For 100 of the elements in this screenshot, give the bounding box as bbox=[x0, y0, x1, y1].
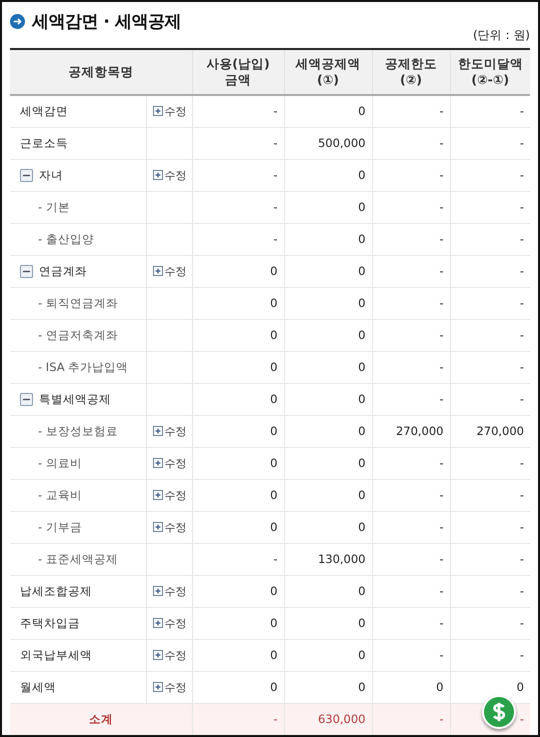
item-name: 연금계좌 bbox=[39, 264, 87, 278]
column-header: 공제한도 (②) bbox=[372, 49, 450, 95]
table-cell: - bbox=[192, 223, 284, 255]
edit-button[interactable]: 수정 bbox=[152, 264, 186, 278]
table-cell: - bbox=[450, 319, 530, 351]
table-cell: 0 bbox=[284, 255, 372, 287]
table-cell: - bbox=[372, 319, 450, 351]
item-name: - 출산입양 bbox=[38, 232, 94, 246]
plus-box-icon bbox=[152, 426, 162, 436]
item-name: - 보장성보험료 bbox=[38, 424, 118, 438]
table-cell: - bbox=[450, 575, 530, 607]
table-cell: - bbox=[192, 191, 284, 223]
table-cell: 0 bbox=[192, 383, 284, 415]
table-cell: 0 bbox=[284, 319, 372, 351]
table-cell: 0 bbox=[192, 671, 284, 703]
plus-box-icon bbox=[152, 650, 162, 660]
column-header: 공제항목명 bbox=[10, 49, 192, 95]
subtotal-label: 소계 bbox=[10, 703, 192, 735]
table-cell: 0 bbox=[284, 159, 372, 191]
table-cell: - bbox=[372, 607, 450, 639]
table-cell: - bbox=[192, 127, 284, 159]
item-name: 월세액 bbox=[20, 680, 56, 694]
table-cell: 0 bbox=[284, 607, 372, 639]
item-name: 납세조합공제 bbox=[20, 584, 92, 598]
table-cell: 130,000 bbox=[284, 543, 372, 575]
edit-button[interactable]: 수정 bbox=[152, 456, 186, 470]
table-cell: - bbox=[372, 447, 450, 479]
table-cell: 630,000 bbox=[284, 703, 372, 735]
edit-button[interactable]: 수정 bbox=[152, 424, 186, 438]
edit-button[interactable]: 수정 bbox=[152, 648, 186, 662]
table-cell: 0 bbox=[192, 639, 284, 671]
item-name: - 퇴직연금계좌 bbox=[38, 296, 118, 310]
table-cell: - bbox=[372, 511, 450, 543]
table-cell: - bbox=[450, 95, 530, 127]
table-cell: 0 bbox=[192, 575, 284, 607]
edit-button[interactable]: 수정 bbox=[152, 488, 186, 502]
collapse-icon[interactable] bbox=[20, 168, 33, 182]
item-name: - 의료비 bbox=[38, 456, 82, 470]
edit-button[interactable]: 수정 bbox=[152, 680, 186, 694]
plus-box-icon bbox=[152, 170, 162, 180]
table-cell: - bbox=[372, 575, 450, 607]
table-cell: 0 bbox=[192, 447, 284, 479]
table-cell: 0 bbox=[192, 479, 284, 511]
table-cell: 270,000 bbox=[372, 415, 450, 447]
table-cell: 0 bbox=[284, 287, 372, 319]
table-cell: 0 bbox=[284, 383, 372, 415]
item-name: - 기본 bbox=[38, 200, 70, 214]
plus-box-icon bbox=[152, 490, 162, 500]
table-cell: - bbox=[192, 159, 284, 191]
item-name: 자녀 bbox=[39, 168, 63, 182]
edit-button[interactable]: 수정 bbox=[152, 616, 186, 630]
item-name: - 교육비 bbox=[38, 488, 82, 502]
table-cell: 0 bbox=[284, 447, 372, 479]
column-header: 사용(납입) 금액 bbox=[192, 49, 284, 95]
table-cell: - bbox=[450, 287, 530, 319]
item-name: 특별세액공제 bbox=[39, 392, 111, 406]
table-cell: - bbox=[372, 95, 450, 127]
table-cell: - bbox=[450, 159, 530, 191]
table-cell: 0 bbox=[284, 511, 372, 543]
item-name: - 연금저축계좌 bbox=[38, 328, 118, 342]
item-name: 외국납부세액 bbox=[20, 648, 92, 662]
table-cell: 0 bbox=[192, 287, 284, 319]
table-cell: - bbox=[450, 639, 530, 671]
table-cell: - bbox=[372, 479, 450, 511]
column-header: 한도미달액 (②-①) bbox=[450, 49, 530, 95]
collapse-icon[interactable] bbox=[20, 264, 33, 278]
section-title: 세액감면 · 세액공제 bbox=[32, 11, 181, 33]
plus-box-icon bbox=[152, 106, 162, 116]
table-cell: - bbox=[450, 479, 530, 511]
edit-button[interactable]: 수정 bbox=[152, 168, 186, 182]
table-cell: 0 bbox=[284, 351, 372, 383]
table-cell: 270,000 bbox=[450, 415, 530, 447]
plus-box-icon bbox=[152, 618, 162, 628]
table-cell: - bbox=[372, 383, 450, 415]
table-cell: - bbox=[192, 703, 284, 735]
table-cell: - bbox=[372, 223, 450, 255]
item-name: - 표준세액공제 bbox=[38, 552, 118, 566]
plus-box-icon bbox=[152, 522, 162, 532]
table-cell: - bbox=[372, 191, 450, 223]
plus-box-icon bbox=[152, 682, 162, 692]
table-cell: 0 bbox=[192, 511, 284, 543]
item-name: - 기부금 bbox=[38, 520, 82, 534]
edit-button[interactable]: 수정 bbox=[152, 584, 186, 598]
table-cell: - bbox=[372, 127, 450, 159]
table-cell: 0 bbox=[192, 351, 284, 383]
table-cell: - bbox=[372, 159, 450, 191]
table-cell: - bbox=[372, 255, 450, 287]
plus-box-icon bbox=[152, 266, 162, 276]
table-cell: - bbox=[450, 383, 530, 415]
table-cell: 0 bbox=[284, 671, 372, 703]
table-cell: - bbox=[192, 95, 284, 127]
table-cell: 0 bbox=[284, 639, 372, 671]
table-cell: - bbox=[450, 255, 530, 287]
edit-button[interactable]: 수정 bbox=[152, 104, 186, 119]
edit-button[interactable]: 수정 bbox=[152, 520, 186, 534]
item-name: 세액감면 bbox=[20, 104, 68, 119]
table-cell: 0 bbox=[284, 95, 372, 127]
collapse-icon[interactable] bbox=[20, 392, 33, 406]
table-cell: 0 bbox=[284, 191, 372, 223]
table-cell: 500,000 bbox=[284, 127, 372, 159]
